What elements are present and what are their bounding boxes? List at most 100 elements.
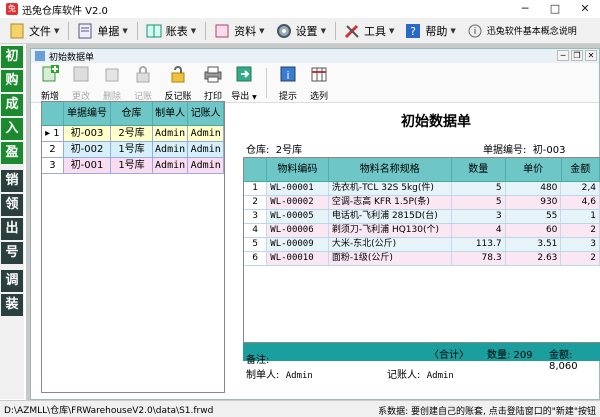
child-close-button[interactable]: ✕ bbox=[585, 50, 597, 61]
child-restore-button[interactable]: ❐ bbox=[571, 50, 583, 61]
menu-ledger-label: 账表 bbox=[165, 24, 188, 38]
status-bar: D:\AZMLL\仓库\FRWarehouseV2.0\data\S1.frwd… bbox=[0, 400, 600, 417]
status-hint: 系数据: 要创建自己的账套, 点击登陆窗口的"新建"按钮 bbox=[378, 407, 596, 417]
column-header-quantity[interactable]: 数量 bbox=[452, 158, 506, 181]
menu-concepts[interactable]: i 迅兔软件基本概念说明 bbox=[462, 20, 581, 42]
new-button[interactable]: 新增 bbox=[35, 64, 65, 102]
column-header-amount[interactable]: 金额 bbox=[562, 158, 600, 181]
cell-amount: 3 bbox=[561, 238, 600, 251]
cell-material-name: 洗衣机-TCL 32S 5kg(件) bbox=[329, 182, 452, 195]
cell-unit-price: 55 bbox=[506, 210, 562, 223]
maximize-button[interactable]: □ bbox=[540, 0, 570, 18]
data-icon bbox=[215, 24, 229, 37]
column-header-material-name[interactable]: 物料名称规格 bbox=[329, 158, 452, 181]
menu-concepts-label: 迅兔软件基本概念说明 bbox=[486, 27, 577, 37]
column-header-material-code[interactable]: 物料编码 bbox=[267, 158, 329, 181]
column-header-maker[interactable]: 制单人 bbox=[153, 102, 189, 125]
column-header-unit-price[interactable]: 单价 bbox=[506, 158, 562, 181]
sidebar-group-inbound: 初 购 成 入 盈 bbox=[1, 46, 23, 164]
sidebar-item-number[interactable]: 号 bbox=[1, 242, 23, 264]
sidebar-item-product[interactable]: 成 bbox=[1, 94, 23, 116]
cell-material-name: 电话机-飞利浦 2815D(台) bbox=[329, 210, 452, 223]
menu-tools[interactable]: 工具 ▼ bbox=[339, 20, 398, 42]
help-icon: ? bbox=[406, 23, 421, 38]
sidebar-item-purchase[interactable]: 购 bbox=[1, 70, 23, 92]
chevron-down-icon: ▼ bbox=[320, 26, 326, 35]
columns-label: 选列 bbox=[309, 92, 328, 102]
post-button[interactable]: 记账 bbox=[128, 64, 158, 102]
cell-material-code: WL-00009 bbox=[267, 238, 329, 251]
sidebar-item-surplus[interactable]: 盈 bbox=[1, 142, 23, 164]
child-title: 初始数据单 bbox=[49, 52, 95, 63]
cell-quantity: 5 bbox=[452, 182, 506, 195]
cell-material-code: WL-00010 bbox=[267, 252, 329, 265]
table-row[interactable]: 1 WL-00001 洗衣机-TCL 32S 5kg(件) 5 480 2,4 bbox=[244, 182, 600, 196]
print-button[interactable]: 打印 bbox=[198, 64, 228, 102]
menu-help[interactable]: ? 帮助 ▼ bbox=[400, 20, 459, 42]
table-row[interactable]: 6 WL-00010 面粉-1级(公斤) 78.3 2.63 2 bbox=[244, 252, 600, 266]
columns-icon bbox=[311, 67, 327, 82]
maker-info: 制单人: Admin bbox=[246, 366, 313, 381]
total-amount: 金额: 8,060 bbox=[549, 350, 578, 372]
table-row[interactable]: 2 初-002 1号库 Admin Admin bbox=[42, 142, 224, 158]
tools-icon bbox=[344, 24, 359, 38]
menu-divider bbox=[334, 21, 336, 40]
columns-button[interactable]: 选列 bbox=[304, 64, 334, 102]
cell-material-name: 面粉-1级(公斤) bbox=[329, 252, 452, 265]
sidebar-item-initial[interactable]: 初 bbox=[1, 46, 23, 68]
cell-material-code: WL-00006 bbox=[267, 224, 329, 237]
printer-icon bbox=[204, 66, 222, 83]
menu-file-label: 文件 bbox=[29, 24, 51, 38]
sidebar-item-sales[interactable]: 销 bbox=[1, 170, 23, 192]
cell-quantity: 113.7 bbox=[452, 238, 506, 251]
sidebar-item-out[interactable]: 出 bbox=[1, 218, 23, 240]
sidebar-group-adjust: 调 装 bbox=[1, 270, 23, 316]
info-icon: i bbox=[468, 24, 482, 37]
column-header-doc-no[interactable]: 单据编号 bbox=[64, 102, 112, 125]
cell-amount: 2 bbox=[561, 224, 600, 237]
column-header-booker[interactable]: 记账人 bbox=[188, 102, 224, 125]
row-indicator-header bbox=[42, 102, 64, 125]
document-number-value: 初-003 bbox=[532, 145, 566, 156]
menu-document[interactable]: 单据 ▼ bbox=[72, 20, 131, 42]
table-row[interactable]: ▸ 1 初-003 2号库 Admin Admin bbox=[42, 126, 224, 142]
cell-quantity: 78.3 bbox=[452, 252, 506, 265]
sidebar-group-outbound: 销 领 出 号 bbox=[1, 170, 23, 264]
cell-unit-price: 60 bbox=[506, 224, 562, 237]
chevron-down-icon: ▼ bbox=[388, 26, 395, 35]
unpost-button[interactable]: 反记账 bbox=[159, 64, 197, 102]
cell-unit-price: 480 bbox=[506, 182, 562, 195]
sidebar-item-receive[interactable]: 领 bbox=[1, 194, 23, 216]
table-row[interactable]: 2 WL-00002 空调-志高 KFR 1.5P(条) 5 930 4,6 bbox=[244, 196, 600, 210]
child-minimize-button[interactable]: ─ bbox=[557, 50, 569, 61]
sidebar-item-in[interactable]: 入 bbox=[1, 118, 23, 140]
table-row[interactable]: 3 初-001 1号库 Admin Admin bbox=[42, 158, 224, 174]
menu-data[interactable]: 资料 ▼ bbox=[209, 20, 268, 42]
sidebar-item-transfer[interactable]: 调 bbox=[1, 270, 23, 292]
cell-warehouse: 2号库 bbox=[111, 126, 153, 141]
table-row[interactable]: 3 WL-00005 电话机-飞利浦 2815D(台) 3 55 1 bbox=[244, 210, 600, 224]
column-header-warehouse[interactable]: 仓库 bbox=[111, 102, 153, 125]
menu-document-label: 单据 bbox=[97, 24, 120, 38]
cell-unit-price: 2.63 bbox=[506, 252, 562, 265]
table-row[interactable]: 5 WL-00009 大米-东北(公斤) 113.7 3.51 3 bbox=[244, 238, 600, 252]
svg-text:?: ? bbox=[410, 25, 416, 38]
menu-settings[interactable]: 设置 ▼ bbox=[271, 20, 330, 42]
menu-ledger[interactable]: 账表 ▼ bbox=[141, 20, 200, 42]
menu-file[interactable]: 文件 ▼ bbox=[4, 20, 63, 42]
cell-material-name: 大米-东北(公斤) bbox=[329, 238, 452, 251]
cell-booker: Admin bbox=[188, 126, 224, 141]
tips-label: 提示 bbox=[278, 92, 297, 102]
table-row[interactable]: 4 WL-00006 剃须刀-飞利浦 HQ130(个) 4 60 2 bbox=[244, 224, 600, 238]
data-file-path: D:\AZMLL\仓库\FRWarehouseV2.0\data\S1.frwd bbox=[4, 405, 214, 416]
chevron-down-icon: ▼ bbox=[450, 26, 456, 35]
cell-material-name: 空调-志高 KFR 1.5P(条) bbox=[329, 196, 452, 209]
delete-button[interactable]: 删除 bbox=[97, 64, 127, 102]
tips-button[interactable]: i 提示 bbox=[273, 64, 303, 102]
cell-material-code: WL-00001 bbox=[267, 182, 329, 195]
minimize-button[interactable]: ─ bbox=[510, 0, 540, 18]
export-button[interactable]: 导出 ▼ bbox=[229, 64, 259, 102]
edit-button[interactable]: 更改 bbox=[66, 64, 96, 102]
sidebar-item-assemble[interactable]: 装 bbox=[1, 294, 23, 316]
close-button[interactable]: ✕ bbox=[570, 0, 600, 18]
